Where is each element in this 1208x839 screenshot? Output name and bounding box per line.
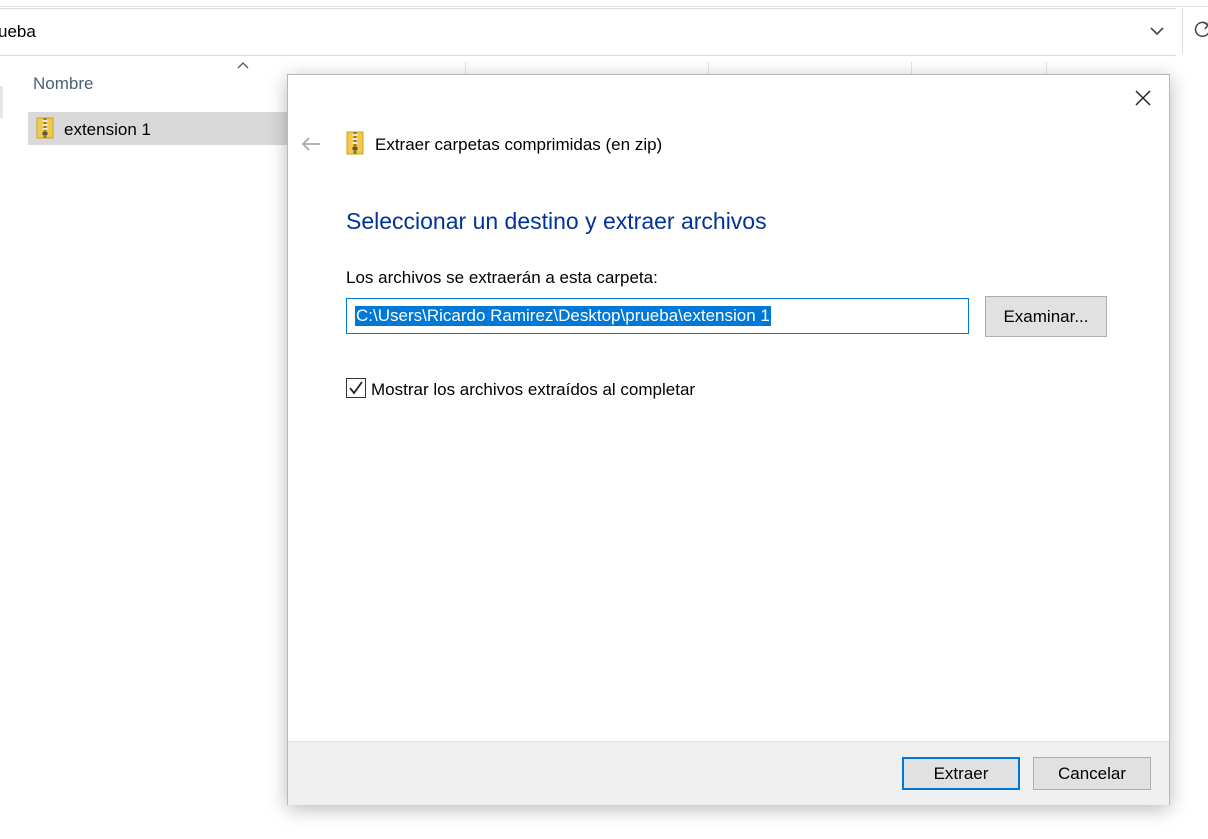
dialog-footer: Extraer Cancelar bbox=[288, 741, 1169, 805]
file-name: extension 1 bbox=[64, 120, 151, 139]
extract-button[interactable]: Extraer bbox=[902, 757, 1020, 790]
column-header-name[interactable]: Nombre bbox=[33, 74, 93, 94]
check-icon bbox=[349, 381, 363, 395]
navigation-pane-edge bbox=[0, 86, 3, 118]
address-bar[interactable]: ueba bbox=[0, 8, 1176, 56]
cancel-button[interactable]: Cancelar bbox=[1033, 757, 1151, 790]
zip-folder-icon bbox=[36, 117, 54, 139]
dialog-heading: Seleccionar un destino y extraer archivo… bbox=[346, 208, 767, 234]
destination-path-input[interactable]: C:\Users\Ricardo Ramirez\Desktop\prueba\… bbox=[346, 298, 969, 334]
zip-folder-icon bbox=[346, 131, 364, 155]
destination-label: Los archivos se extraerán a esta carpeta… bbox=[346, 268, 658, 287]
show-files-label[interactable]: Mostrar los archivos extraídos al comple… bbox=[371, 380, 695, 400]
back-arrow-icon[interactable] bbox=[298, 131, 324, 157]
address-separator bbox=[1182, 8, 1183, 54]
extract-dialog: Extraer carpetas comprimidas (en zip) Se… bbox=[287, 74, 1170, 805]
browse-button[interactable]: Examinar... bbox=[985, 296, 1107, 337]
window-top-strip bbox=[0, 0, 1208, 7]
close-icon[interactable] bbox=[1130, 85, 1156, 111]
address-text: ueba bbox=[0, 22, 36, 41]
sort-up-icon bbox=[237, 62, 249, 69]
file-list-item[interactable]: extension 1 bbox=[28, 112, 290, 145]
chevron-down-icon[interactable] bbox=[1148, 22, 1166, 40]
show-files-checkbox[interactable] bbox=[346, 378, 366, 398]
destination-path-value: C:\Users\Ricardo Ramirez\Desktop\prueba\… bbox=[355, 306, 771, 326]
refresh-icon[interactable] bbox=[1194, 20, 1208, 40]
dialog-title: Extraer carpetas comprimidas (en zip) bbox=[375, 135, 663, 154]
